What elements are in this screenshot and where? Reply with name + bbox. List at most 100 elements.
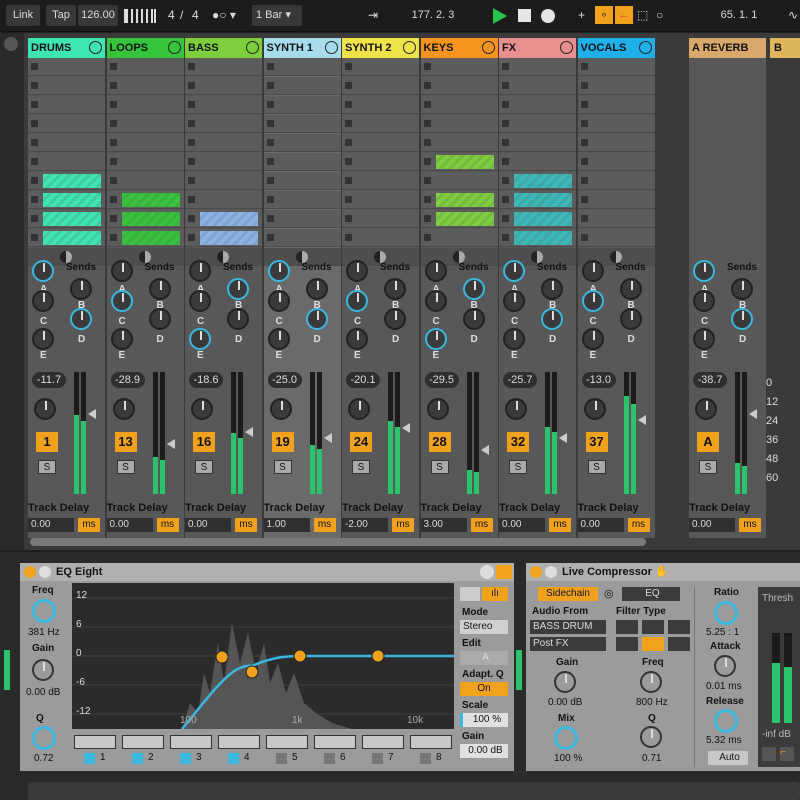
clip-slot[interactable] bbox=[577, 77, 655, 95]
volume-fader-handle[interactable] bbox=[88, 409, 96, 419]
expand-icon[interactable] bbox=[39, 566, 51, 578]
slot-stop-icon[interactable] bbox=[266, 234, 274, 241]
clip-slot[interactable] bbox=[263, 134, 341, 152]
send-knob-e[interactable] bbox=[503, 328, 525, 350]
clip-slot[interactable] bbox=[185, 191, 262, 209]
slot-stop-icon[interactable] bbox=[266, 101, 274, 108]
slot-stop-icon[interactable] bbox=[502, 139, 509, 146]
clip-slot[interactable] bbox=[420, 153, 498, 171]
tap-button[interactable]: Tap bbox=[46, 5, 76, 26]
clip-slot[interactable] bbox=[342, 58, 419, 76]
clip[interactable] bbox=[514, 193, 572, 207]
track-number[interactable]: A bbox=[697, 432, 719, 452]
clip-slot[interactable] bbox=[420, 77, 498, 95]
clip-slot[interactable] bbox=[263, 115, 341, 133]
fold-icon[interactable] bbox=[324, 41, 338, 54]
track-header[interactable]: BASS bbox=[185, 38, 262, 58]
back-to-arrangement-icon[interactable]: ← bbox=[615, 6, 633, 24]
send-knob-b[interactable] bbox=[619, 278, 642, 300]
comp-expand-icon[interactable] bbox=[545, 566, 557, 578]
clip-slot[interactable] bbox=[106, 77, 184, 95]
band-enable-toggle[interactable] bbox=[372, 753, 383, 764]
clip-slot[interactable] bbox=[185, 210, 262, 228]
slot-stop-icon[interactable] bbox=[188, 196, 195, 203]
slot-stop-icon[interactable] bbox=[266, 82, 274, 89]
slot-stop-icon[interactable] bbox=[266, 196, 274, 203]
clip-slot[interactable] bbox=[185, 229, 262, 247]
slot-stop-icon[interactable] bbox=[502, 234, 509, 241]
adapt-toggle[interactable]: On bbox=[460, 682, 508, 696]
slot-stop-icon[interactable] bbox=[502, 82, 509, 89]
send-knob-a[interactable] bbox=[267, 260, 290, 282]
solo-button[interactable]: S bbox=[273, 460, 292, 474]
delay-unit-toggle[interactable]: ms bbox=[549, 518, 571, 532]
slot-stop-icon[interactable] bbox=[188, 215, 195, 222]
clip-slot[interactable] bbox=[185, 153, 262, 171]
track-delay-field[interactable]: 0.00 bbox=[689, 518, 735, 532]
pan-knob[interactable] bbox=[426, 398, 449, 420]
slot-stop-icon[interactable] bbox=[502, 158, 509, 165]
track-delay-field[interactable]: 3.00 bbox=[420, 518, 467, 532]
clip-slot[interactable] bbox=[342, 96, 419, 114]
volume-value[interactable]: -25.7 bbox=[503, 372, 537, 388]
clip-slot[interactable] bbox=[499, 115, 576, 133]
track-number[interactable]: 37 bbox=[585, 432, 608, 452]
clip-slot[interactable] bbox=[420, 58, 498, 76]
clip-slot[interactable] bbox=[185, 115, 262, 133]
track-header[interactable]: SYNTH 1 bbox=[263, 38, 341, 58]
clip-slot[interactable] bbox=[185, 96, 262, 114]
slot-stop-icon[interactable] bbox=[580, 234, 588, 241]
clip-slot[interactable] bbox=[420, 115, 498, 133]
slot-stop-icon[interactable] bbox=[31, 177, 38, 184]
slot-stop-icon[interactable] bbox=[580, 139, 588, 146]
track-number[interactable]: 13 bbox=[114, 432, 137, 452]
clip-slot[interactable] bbox=[106, 210, 184, 228]
pan-knob[interactable] bbox=[112, 398, 135, 420]
send-knob-a[interactable] bbox=[346, 260, 368, 282]
track-header[interactable]: DRUMS bbox=[28, 38, 105, 58]
slot-stop-icon[interactable] bbox=[423, 139, 431, 146]
send-knob-e[interactable] bbox=[267, 328, 290, 350]
sidechain-toggle[interactable]: Sidechain bbox=[538, 587, 598, 601]
send-knob-c[interactable] bbox=[267, 290, 290, 312]
slot-stop-icon[interactable] bbox=[109, 234, 117, 241]
band-handle-3[interactable] bbox=[293, 649, 307, 663]
band-filter-type-menu[interactable] bbox=[74, 735, 116, 749]
clip-slot[interactable] bbox=[499, 210, 576, 228]
slot-stop-icon[interactable] bbox=[345, 196, 352, 203]
band-filter-type-menu[interactable] bbox=[362, 735, 404, 749]
return-b-header[interactable]: B bbox=[770, 38, 800, 58]
eq-display[interactable] bbox=[72, 583, 454, 729]
clip-slot[interactable] bbox=[420, 172, 498, 190]
pan-knob[interactable] bbox=[505, 398, 527, 420]
loop-end-field[interactable]: 65. 1. 1 bbox=[696, 5, 782, 26]
filter-notch-button[interactable] bbox=[616, 637, 638, 651]
clip-slot[interactable] bbox=[342, 191, 419, 209]
clip-slot[interactable] bbox=[499, 77, 576, 95]
slot-stop-icon[interactable] bbox=[109, 139, 117, 146]
send-knob-c[interactable] bbox=[693, 290, 715, 312]
audio-source-menu[interactable]: BASS DRUM bbox=[530, 620, 606, 634]
track-number[interactable]: 32 bbox=[507, 432, 529, 452]
clip-slot[interactable] bbox=[106, 229, 184, 247]
track-delay-field[interactable]: 0.00 bbox=[577, 518, 624, 532]
clip-slot[interactable] bbox=[28, 77, 105, 95]
clip-slot[interactable] bbox=[499, 58, 576, 76]
clip[interactable] bbox=[514, 212, 572, 226]
pan-knob[interactable] bbox=[191, 398, 213, 420]
volume-fader-handle[interactable] bbox=[749, 409, 757, 419]
scale-field[interactable]: 100 % bbox=[460, 713, 508, 727]
comp-freq-knob[interactable] bbox=[640, 671, 662, 693]
track-header[interactable]: KEYS bbox=[420, 38, 498, 58]
band-enable-toggle[interactable] bbox=[84, 753, 95, 764]
clip-slot[interactable] bbox=[263, 58, 341, 76]
send-knob-b[interactable] bbox=[384, 278, 406, 300]
slot-stop-icon[interactable] bbox=[345, 139, 352, 146]
slot-stop-icon[interactable] bbox=[266, 139, 274, 146]
clip-slot[interactable] bbox=[263, 77, 341, 95]
volume-value[interactable]: -18.6 bbox=[189, 372, 223, 388]
slot-stop-icon[interactable] bbox=[31, 120, 38, 127]
slot-stop-icon[interactable] bbox=[580, 101, 588, 108]
volume-fader-handle[interactable] bbox=[166, 439, 175, 449]
clip-slot[interactable] bbox=[185, 172, 262, 190]
